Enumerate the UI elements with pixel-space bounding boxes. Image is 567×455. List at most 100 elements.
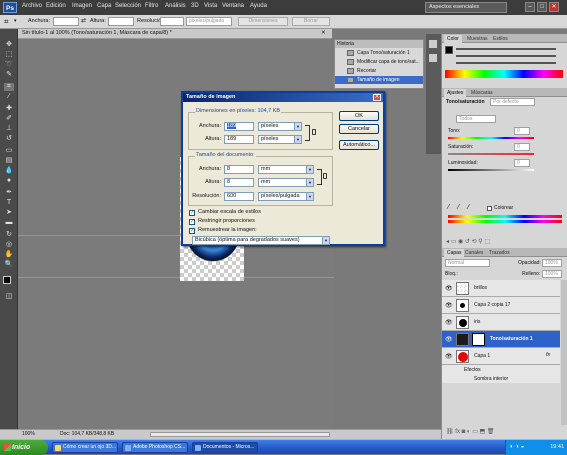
front-image-button[interactable]: Dimensiones <box>238 17 288 26</box>
chevron-down-icon[interactable]: ▼ <box>322 237 329 244</box>
chevron-down-icon[interactable]: ▼ <box>294 123 301 130</box>
visibility-eye-icon[interactable]: 👁 <box>445 285 453 292</box>
close-app-button[interactable]: ✕ <box>549 2 559 12</box>
doc-width-unit-select[interactable]: mm ▼ <box>258 165 314 174</box>
menu-vista[interactable]: Vista <box>204 3 217 9</box>
layer-row[interactable]: 👁 Capa 2 copia 17 <box>442 297 560 314</box>
resolution-unit-select[interactable]: píxeles/pulgada ▼ <box>258 192 314 201</box>
layer-row[interactable]: 👁 iris <box>442 314 560 331</box>
shape-tool-icon[interactable]: ▬ <box>4 219 14 227</box>
chevron-down-icon[interactable]: ▼ <box>306 166 313 173</box>
color-slider-r[interactable] <box>456 48 556 50</box>
tab-color[interactable]: Color <box>444 35 462 43</box>
colorize-checkbox[interactable] <box>487 206 492 211</box>
swap-icon[interactable]: ⇄ <box>81 17 86 24</box>
tab-estilos[interactable]: Estilos <box>490 35 511 43</box>
constrain-proportions-checkbox[interactable]: ✓ Restringir proporciones <box>189 218 299 226</box>
crop-tool-icon-active[interactable]: ⌗ <box>4 83 14 91</box>
color-slider-b[interactable] <box>456 62 556 64</box>
eyedropper-plus-icon[interactable]: ⁄ <box>458 204 459 211</box>
resample-checkbox[interactable]: ✓ Remuestrear la imagen: <box>189 227 299 235</box>
menu-analisis[interactable]: Análisis <box>165 3 186 9</box>
ok-button[interactable]: OK <box>339 111 379 121</box>
zoom-level[interactable]: 100% <box>22 431 35 437</box>
chevron-down-icon[interactable]: ▼ <box>306 193 313 200</box>
horizontal-scrollbar[interactable] <box>150 432 330 437</box>
tab-ajustes[interactable]: Ajustes <box>444 89 467 97</box>
visibility-eye-icon[interactable]: 👁 <box>445 353 453 360</box>
adjustments-footer-icons[interactable]: ◂ ▭ ◉ ↺ ⟲ ⚲ ⬚ <box>446 238 564 246</box>
color-spectrum-bar[interactable] <box>445 70 563 78</box>
saturation-value[interactable]: 0 <box>514 143 530 151</box>
px-width-input[interactable]: 189 <box>224 122 254 131</box>
history-item[interactable]: Recortar <box>335 67 423 75</box>
effects-row[interactable]: Efectos <box>442 365 560 374</box>
cancel-button[interactable]: Cancelar <box>339 124 379 134</box>
history-item[interactable]: Modificar capa de tono/sat... <box>335 58 423 66</box>
chevron-down-icon[interactable]: ▼ <box>306 179 313 186</box>
minimize-button[interactable]: – <box>525 2 535 12</box>
doc-height-unit-select[interactable]: mm ▼ <box>258 178 314 187</box>
layers-footer-icons[interactable]: ⛓ fx ◙ ◐ ▭ ⬒ 🗑 <box>446 428 564 436</box>
taskbar-item[interactable]: Adobe Photoshop CS... <box>122 442 188 453</box>
blend-mode-select[interactable]: Normal <box>445 259 490 267</box>
auto-button[interactable]: Automático... <box>339 140 379 150</box>
color-fg-swatch[interactable] <box>445 46 453 54</box>
history-item[interactable]: Capa Tono/saturación 1 <box>335 49 423 57</box>
menu-archivo[interactable]: Archivo <box>22 3 42 9</box>
eraser-tool-icon[interactable]: ▭ <box>4 147 14 155</box>
resolution-input[interactable]: 600 <box>224 192 254 201</box>
type-tool-icon[interactable]: T <box>4 199 14 207</box>
tray-icons[interactable]: ◐ ◑ ◒ <box>510 440 524 455</box>
zoom-tool-icon[interactable]: 🔍 <box>4 261 14 269</box>
foreground-color-swatch[interactable] <box>3 276 11 284</box>
3d-orbit-tool-icon[interactable]: ◎ <box>4 241 14 249</box>
visibility-eye-icon[interactable]: 👁 <box>445 302 453 309</box>
menu-imagen[interactable]: Imagen <box>72 3 92 9</box>
layers-scrollbar[interactable] <box>561 280 567 425</box>
history-item-selected[interactable]: Tamaño de imagen <box>335 76 423 84</box>
eyedropper-icon[interactable]: ⁄ <box>448 204 449 211</box>
quick-selection-tool-icon[interactable]: ✎ <box>4 71 14 79</box>
doc-width-input[interactable]: 8 <box>224 165 254 174</box>
clear-button[interactable]: Borrar <box>292 17 330 26</box>
layer-row[interactable]: 👁 brillos <box>442 280 560 297</box>
maximize-button[interactable]: □ <box>537 2 547 12</box>
hand-tool-icon[interactable]: ✋ <box>4 251 14 259</box>
3d-rotate-tool-icon[interactable]: ↻ <box>4 231 14 239</box>
visibility-eye-icon[interactable]: 👁 <box>445 336 453 343</box>
scale-styles-checkbox[interactable]: ✓ Cambiar escala de estilos <box>189 209 299 217</box>
px-height-unit-select[interactable]: píxeles ▼ <box>258 135 302 144</box>
taskbar-item-active[interactable]: Documentos - Micros... <box>192 442 258 453</box>
history-panel-icon[interactable] <box>429 40 437 48</box>
clone-stamp-tool-icon[interactable]: ⊥ <box>4 125 14 133</box>
chevron-down-icon[interactable]: ▼ <box>294 136 301 143</box>
lightness-value[interactable]: 0 <box>514 159 530 167</box>
hue-slider[interactable] <box>448 137 534 139</box>
horizontal-guide[interactable] <box>18 277 334 278</box>
move-tool-icon[interactable]: ✥ <box>4 41 14 49</box>
resample-method-select[interactable]: Bicúbica (óptima para degradados suaves)… <box>192 236 330 245</box>
eyedropper-tool-icon[interactable]: ⁄ <box>4 93 14 101</box>
clock[interactable]: 19:41 <box>550 444 564 450</box>
menu-capa[interactable]: Capa <box>97 3 111 9</box>
layer-row-selected[interactable]: 👁 Tono/saturación 1 <box>442 331 560 348</box>
height-field[interactable] <box>108 17 134 26</box>
fill-value[interactable]: 100% <box>542 270 562 278</box>
px-width-unit-select[interactable]: píxeles ▼ <box>258 122 302 131</box>
document-tab[interactable]: Sin título-1 al 100% (Tono/saturación 1,… <box>18 29 332 39</box>
menu-ventana[interactable]: Ventana <box>222 3 244 9</box>
history-panel-tab[interactable]: Historia <box>335 40 423 48</box>
edit-range-select[interactable]: Todos <box>456 115 496 123</box>
resolution-unit-select[interactable]: píxeles/pulgada <box>186 17 232 26</box>
px-height-input[interactable]: 189 <box>224 135 254 144</box>
healing-brush-tool-icon[interactable]: ✚ <box>4 105 14 113</box>
eyedropper-minus-icon[interactable]: ⁄ <box>468 204 469 211</box>
close-tab-icon[interactable]: ✕ <box>321 30 326 36</box>
quick-mask-icon[interactable]: ◫ <box>4 293 14 301</box>
tab-trazados[interactable]: Trazados <box>486 249 513 257</box>
tool-preset-chevron-icon[interactable]: ▾ <box>14 18 17 24</box>
workspace-switcher[interactable]: Aspectos esenciales <box>425 2 507 13</box>
hue-value[interactable]: 0 <box>514 127 530 135</box>
saturation-slider[interactable] <box>448 153 534 155</box>
